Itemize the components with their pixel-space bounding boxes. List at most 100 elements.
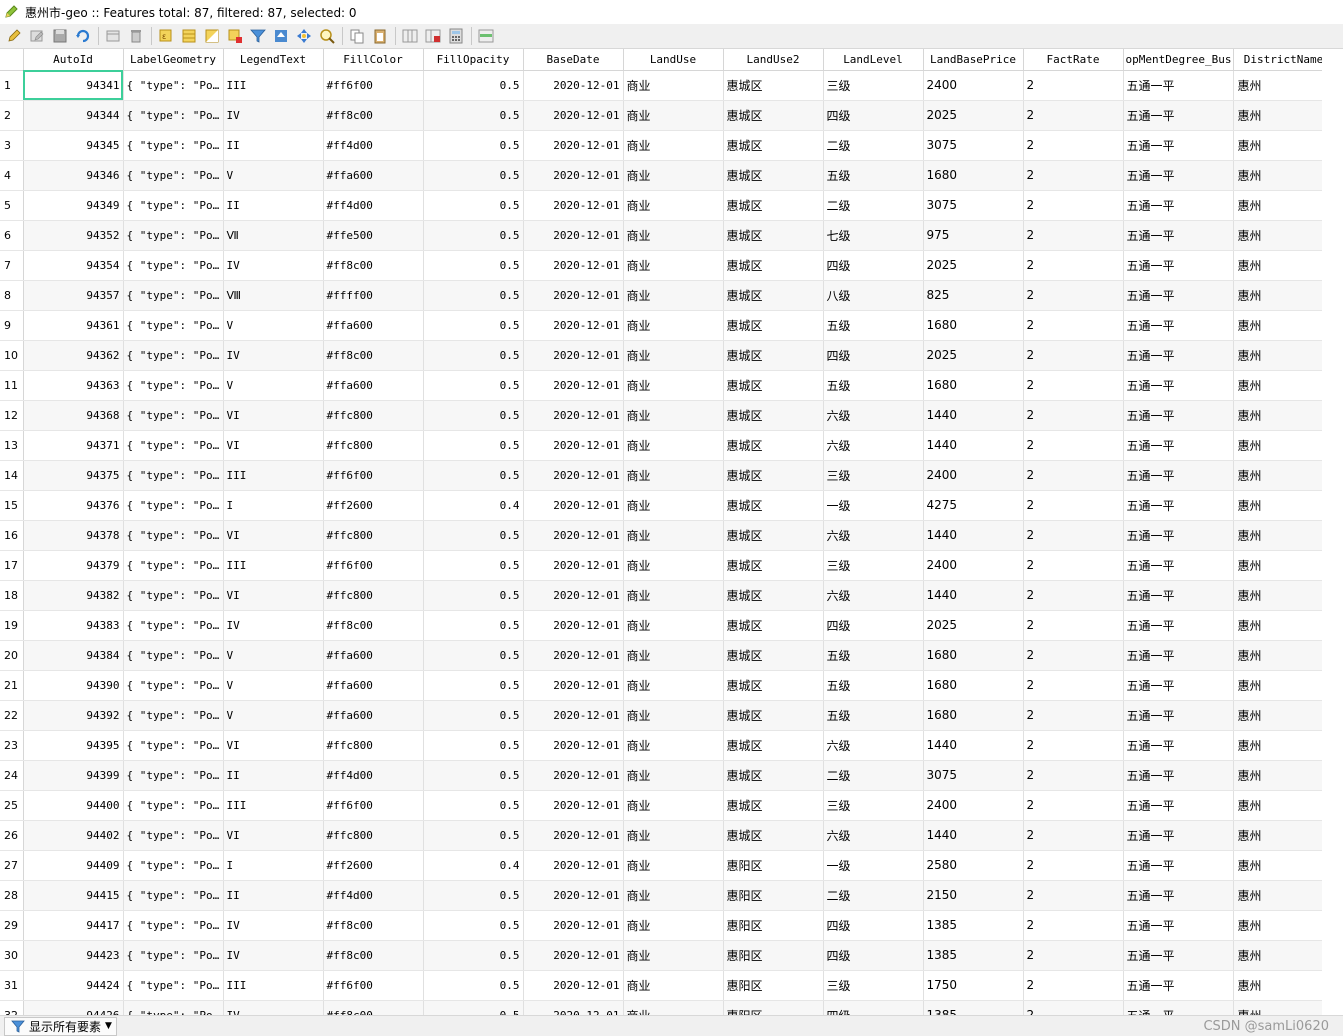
table-cell[interactable]: 1440 [923,400,1024,431]
table-cell[interactable]: 五通一平 [1123,520,1235,551]
table-cell[interactable]: 商业 [623,820,724,851]
table-cell[interactable]: V [223,370,324,401]
table-cell[interactable]: 2020-12-01 [523,280,624,311]
row-number[interactable]: 25 [0,790,24,821]
table-cell[interactable]: #ffa600 [323,370,424,401]
table-cell[interactable]: 惠州 [1233,970,1334,1001]
table-cell[interactable]: 0.5 [423,940,524,971]
row-number[interactable]: 18 [0,580,24,611]
table-cell[interactable]: V [223,700,324,731]
table-cell[interactable]: 2020-12-01 [523,250,624,281]
table-cell[interactable]: #ffc800 [323,580,424,611]
field-calculator-button[interactable] [445,25,467,47]
table-cell[interactable]: 0.5 [423,280,524,311]
table-cell[interactable]: 五级 [823,670,924,701]
table-cell[interactable]: { "type": "Po… [123,190,224,221]
table-cell[interactable]: 五通一平 [1123,160,1235,191]
filter-select-button[interactable] [247,25,269,47]
table-cell[interactable]: 94376 [23,490,124,521]
table-cell[interactable]: 五通一平 [1123,310,1235,341]
table-cell[interactable]: II [223,760,324,791]
table-cell[interactable]: 四级 [823,100,924,131]
column-header[interactable]: FillColor [323,49,424,71]
table-cell[interactable]: 2020-12-01 [523,550,624,581]
table-cell[interactable]: 2 [1023,100,1124,131]
table-cell[interactable]: { "type": "Po… [123,220,224,251]
table-cell[interactable]: 94400 [23,790,124,821]
row-number[interactable]: 20 [0,640,24,671]
table-cell[interactable]: 2 [1023,640,1124,671]
table-cell[interactable]: 2 [1023,580,1124,611]
table-cell[interactable]: 2 [1023,400,1124,431]
table-cell[interactable]: 2020-12-01 [523,70,624,101]
table-cell[interactable]: 惠城区 [723,580,824,611]
row-number[interactable]: 4 [0,160,24,191]
reload-button[interactable] [72,25,94,47]
conditional-formatting-button[interactable] [475,25,497,47]
row-number[interactable]: 15 [0,490,24,521]
table-row[interactable]: 19 94383{ "type": "Po… IV #ff8c00 0.5 2020-12… [0,610,1334,641]
table-cell[interactable]: 五级 [823,310,924,341]
table-cell[interactable]: 1680 [923,700,1024,731]
table-cell[interactable]: III [223,790,324,821]
table-cell[interactable]: 惠城区 [723,520,824,551]
table-row[interactable]: 29 94417{ "type": "Po… IV #ff8c00 0.5 2020-12… [0,910,1334,941]
table-cell[interactable]: 五通一平 [1123,220,1235,251]
table-cell[interactable]: III [223,550,324,581]
select-all-button[interactable] [178,25,200,47]
table-cell[interactable]: 惠城区 [723,820,824,851]
table-cell[interactable]: 3075 [923,760,1024,791]
table-cell[interactable]: #ff2600 [323,490,424,521]
table-cell[interactable]: #ff8c00 [323,1000,424,1015]
table-cell[interactable]: { "type": "Po… [123,70,224,101]
table-row[interactable]: 22 94392{ "type": "Po… V #ffa600 0.5 2020-12-… [0,700,1334,731]
table-cell[interactable]: 惠城区 [723,490,824,521]
table-cell[interactable]: 2 [1023,310,1124,341]
table-cell[interactable]: 惠州 [1233,490,1334,521]
table-cell[interactable]: 惠城区 [723,340,824,371]
table-cell[interactable]: 惠州 [1233,340,1334,371]
toggle-editing-button[interactable] [3,25,25,47]
table-cell[interactable]: 惠州 [1233,850,1334,881]
table-cell[interactable]: 商业 [623,160,724,191]
table-cell[interactable]: 2025 [923,250,1024,281]
table-cell[interactable]: 惠州 [1233,820,1334,851]
row-number[interactable]: 19 [0,610,24,641]
table-cell[interactable]: 0.5 [423,640,524,671]
table-cell[interactable]: #ff8c00 [323,340,424,371]
pan-to-selected-button[interactable] [293,25,315,47]
table-cell[interactable]: 0.5 [423,760,524,791]
table-cell[interactable]: 94417 [23,910,124,941]
row-number[interactable]: 12 [0,400,24,431]
table-cell[interactable]: 二级 [823,190,924,221]
table-cell[interactable]: 94368 [23,400,124,431]
table-cell[interactable]: 惠州 [1233,100,1334,131]
table-cell[interactable]: 五级 [823,160,924,191]
column-header[interactable]: LegendText [223,49,324,71]
column-header[interactable]: BaseDate [523,49,624,71]
table-cell[interactable]: 五通一平 [1123,910,1235,941]
table-cell[interactable]: 94392 [23,700,124,731]
table-cell[interactable]: 0.5 [423,700,524,731]
table-cell[interactable]: V [223,310,324,341]
table-cell[interactable]: 惠城区 [723,460,824,491]
column-header[interactable]: LandBasePrice [923,49,1024,71]
table-row[interactable]: 20 94384{ "type": "Po… V #ffa600 0.5 2020-12-… [0,640,1334,671]
table-cell[interactable]: 0.5 [423,160,524,191]
table-cell[interactable]: 惠城区 [723,430,824,461]
table-cell[interactable]: VI [223,430,324,461]
column-header[interactable]: LabelGeometry [123,49,224,71]
table-cell[interactable]: IV [223,1000,324,1015]
table-cell[interactable]: 惠城区 [723,610,824,641]
table-cell[interactable]: 惠城区 [723,280,824,311]
table-row[interactable]: 27 94409{ "type": "Po… I #ff2600 0.4 2020-12-… [0,850,1334,881]
table-cell[interactable]: 2 [1023,730,1124,761]
table-cell[interactable]: I [223,490,324,521]
table-cell[interactable]: 2025 [923,340,1024,371]
table-cell[interactable]: 五通一平 [1123,640,1235,671]
table-cell[interactable]: 商业 [623,880,724,911]
table-cell[interactable]: 2020-12-01 [523,670,624,701]
table-cell[interactable]: 2 [1023,670,1124,701]
table-cell[interactable]: IV [223,910,324,941]
table-cell[interactable]: { "type": "Po… [123,250,224,281]
